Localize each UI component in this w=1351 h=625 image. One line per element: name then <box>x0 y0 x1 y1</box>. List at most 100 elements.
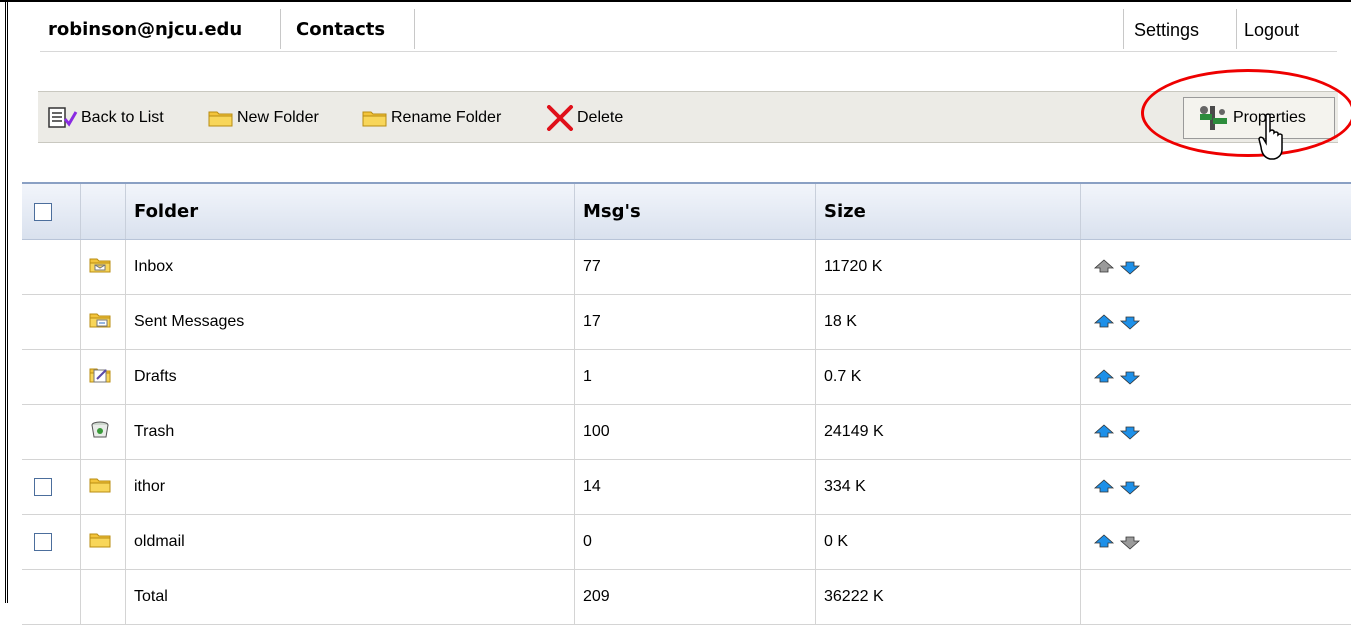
folder-icon <box>89 481 111 498</box>
row-select-cell <box>22 295 81 350</box>
move-down-icon[interactable] <box>1119 313 1145 330</box>
folder-size: 0 K <box>816 515 1081 570</box>
table-row[interactable]: Inbox7711720 K <box>22 240 1351 295</box>
folders-table: Folder Msg's Size Inbox7711720 KSent Mes… <box>22 182 1351 625</box>
move-up-icon[interactable] <box>1093 478 1119 495</box>
new-folder-button[interactable]: New Folder <box>208 104 319 132</box>
back-to-list-label: Back to List <box>81 109 164 126</box>
move-down-icon[interactable] <box>1119 423 1145 440</box>
trash-folder-icon <box>89 426 111 443</box>
folder-size: 24149 K <box>816 405 1081 460</box>
order-cell <box>1081 405 1351 460</box>
total-cell <box>81 570 126 625</box>
folder-msgs: 77 <box>575 240 816 295</box>
row-icon-cell <box>81 295 126 350</box>
folder-icon <box>208 109 234 127</box>
move-down-icon[interactable] <box>1119 258 1145 275</box>
table-row[interactable]: ithor14334 K <box>22 460 1351 515</box>
move-down-icon[interactable] <box>1119 368 1145 385</box>
move-up-icon <box>1093 258 1119 275</box>
order-cell <box>1081 460 1351 515</box>
total-cell <box>1081 570 1351 625</box>
folder-size: 0.7 K <box>816 350 1081 405</box>
inbox-folder-icon <box>89 261 111 278</box>
divider <box>280 9 281 49</box>
account-link[interactable]: robinson@njcu.edu <box>48 5 242 51</box>
row-icon-cell <box>81 405 126 460</box>
total-size: 36222 K <box>816 570 1081 625</box>
rename-folder-button[interactable]: Rename Folder <box>362 104 501 132</box>
order-cell <box>1081 515 1351 570</box>
new-folder-label: New Folder <box>237 109 319 126</box>
folder-size: 334 K <box>816 460 1081 515</box>
total-cell <box>22 570 81 625</box>
move-up-icon[interactable] <box>1093 533 1119 550</box>
move-down-icon <box>1119 533 1145 550</box>
folder-msgs: 1 <box>575 350 816 405</box>
folder-size: 18 K <box>816 295 1081 350</box>
table-row[interactable]: Trash10024149 K <box>22 405 1351 460</box>
move-up-icon[interactable] <box>1093 423 1119 440</box>
folder-msgs: 17 <box>575 295 816 350</box>
row-select-cell <box>22 460 81 515</box>
total-label: Total <box>126 570 575 625</box>
list-icon <box>48 107 78 129</box>
msgs-column-header[interactable]: Msg's <box>575 183 816 240</box>
folder-toolbar: Back to List New Folder Rename Folder De… <box>38 91 1338 143</box>
row-select-cell <box>22 350 81 405</box>
sent-folder-icon <box>89 316 111 333</box>
total-msgs: 209 <box>575 570 816 625</box>
table-row[interactable]: Sent Messages1718 K <box>22 295 1351 350</box>
select-all-header <box>22 183 81 240</box>
folder-name[interactable]: Drafts <box>126 350 575 405</box>
delete-x-icon <box>546 105 574 131</box>
table-row[interactable]: Drafts10.7 K <box>22 350 1351 405</box>
delete-label: Delete <box>577 109 623 126</box>
folder-name[interactable]: Sent Messages <box>126 295 575 350</box>
window-left-border <box>0 0 8 603</box>
folder-name[interactable]: Trash <box>126 405 575 460</box>
drafts-folder-icon <box>89 371 111 388</box>
divider <box>1123 9 1124 49</box>
row-icon-cell <box>81 460 126 515</box>
top-bar: robinson@njcu.edu Contacts Settings Logo… <box>40 5 1337 52</box>
move-down-icon[interactable] <box>1119 478 1145 495</box>
folder-msgs: 0 <box>575 515 816 570</box>
logout-link[interactable]: Logout <box>1244 5 1299 51</box>
row-checkbox[interactable] <box>34 478 52 496</box>
order-column-header <box>1081 183 1351 240</box>
select-all-checkbox[interactable] <box>34 203 52 221</box>
row-icon-cell <box>81 240 126 295</box>
hand-cursor-icon <box>1258 113 1288 163</box>
row-select-cell <box>22 405 81 460</box>
contacts-link[interactable]: Contacts <box>296 5 385 51</box>
row-select-cell <box>22 515 81 570</box>
rename-folder-label: Rename Folder <box>391 109 501 126</box>
window-top-border <box>0 0 1351 2</box>
folder-name[interactable]: oldmail <box>126 515 575 570</box>
settings-link[interactable]: Settings <box>1134 5 1199 51</box>
folder-icon <box>362 109 388 127</box>
total-row: Total 209 36222 K <box>22 570 1351 625</box>
table-header-row: Folder Msg's Size <box>22 183 1351 240</box>
table-row[interactable]: oldmail00 K <box>22 515 1351 570</box>
order-cell <box>1081 240 1351 295</box>
size-column-header[interactable]: Size <box>816 183 1081 240</box>
folder-msgs: 14 <box>575 460 816 515</box>
order-cell <box>1081 295 1351 350</box>
move-up-icon[interactable] <box>1093 313 1119 330</box>
move-up-icon[interactable] <box>1093 368 1119 385</box>
row-icon-cell <box>81 515 126 570</box>
folder-name[interactable]: ithor <box>126 460 575 515</box>
folder-column-header[interactable]: Folder <box>126 183 575 240</box>
icon-column-header <box>81 183 126 240</box>
row-checkbox[interactable] <box>34 533 52 551</box>
tools-icon <box>1196 104 1230 132</box>
divider <box>414 9 415 49</box>
folder-name[interactable]: Inbox <box>126 240 575 295</box>
divider <box>1236 9 1237 49</box>
delete-button[interactable]: Delete <box>546 104 623 132</box>
folder-size: 11720 K <box>816 240 1081 295</box>
back-to-list-button[interactable]: Back to List <box>48 104 164 132</box>
row-icon-cell <box>81 350 126 405</box>
